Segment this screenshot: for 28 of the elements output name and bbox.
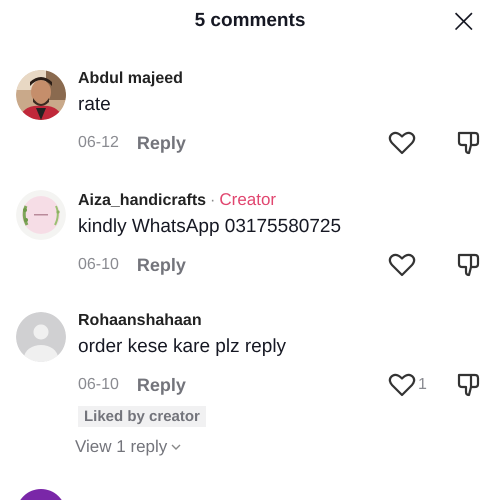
- comment-date: 06-10: [78, 376, 119, 394]
- chevron-down-icon: [171, 443, 182, 451]
- heart-icon: [388, 372, 416, 398]
- like-button[interactable]: 1: [388, 372, 440, 398]
- heart-icon: [388, 130, 416, 156]
- creator-label: Creator: [219, 190, 276, 210]
- reply-button[interactable]: Reply: [136, 254, 186, 276]
- heart-icon: [388, 252, 416, 278]
- reply-button[interactable]: Reply: [136, 374, 186, 396]
- default-avatar-icon: [16, 312, 66, 362]
- separator-dot: ·: [210, 192, 216, 210]
- panel-title: 5 comments: [194, 10, 306, 32]
- close-button[interactable]: ×: [446, 4, 482, 38]
- username[interactable]: Rohaanshahaan: [78, 312, 202, 330]
- dislike-icon[interactable]: [456, 252, 480, 278]
- liked-by-creator-label: Liked by creator: [78, 406, 206, 427]
- comment-text: kindly WhatsApp 03175580725: [78, 216, 342, 238]
- username[interactable]: Aiza_handicrafts: [78, 192, 206, 210]
- comment-text: rate: [78, 94, 112, 116]
- comment-text: order kese kare plz reply: [78, 336, 288, 358]
- view-replies-button[interactable]: View 1 reply: [75, 437, 182, 457]
- reply-button[interactable]: Reply: [136, 132, 186, 154]
- comment-date: 06-10: [78, 256, 119, 274]
- dislike-icon[interactable]: [456, 130, 480, 156]
- dislike-icon[interactable]: [456, 372, 480, 398]
- like-count: 1: [418, 376, 427, 394]
- comment-date: 06-12: [78, 134, 119, 152]
- username[interactable]: Abdul majeed: [78, 70, 183, 88]
